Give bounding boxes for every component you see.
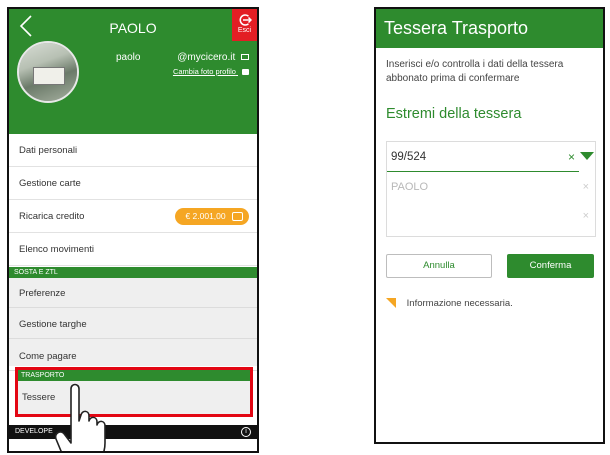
- exit-button[interactable]: Esci: [232, 9, 257, 41]
- section-header-sosta: SOSTA E ZTL: [9, 267, 257, 278]
- transport-card-phone-screen: Tessera Trasporto Inserisci e/o controll…: [374, 7, 605, 444]
- chevron-left-icon: [19, 15, 32, 37]
- change-photo-link[interactable]: Cambia foto profilo: [173, 67, 249, 76]
- required-note-text: Informazione necessaria.: [406, 298, 513, 309]
- third-field-clear-icon[interactable]: ×: [583, 201, 589, 231]
- user-email: @mycicero.it: [177, 52, 236, 63]
- screenshot-stage: PAOLO Esci paolo @mycicero.it Cambia fot…: [0, 0, 610, 455]
- menu-item-top-up-label: Ricarica credito: [19, 211, 85, 222]
- required-marker-icon: [386, 298, 396, 309]
- menu-item-plates[interactable]: Gestione targhe: [9, 310, 257, 339]
- exit-label: Esci: [237, 27, 252, 34]
- menu-item-card-management[interactable]: Gestione carte: [9, 167, 257, 200]
- transport-card-header: Tessera Trasporto: [376, 9, 603, 48]
- card-number-field[interactable]: 99/524 ×: [387, 142, 579, 172]
- avatar-photo: [19, 43, 77, 101]
- holder-name-placeholder: PAOLO: [391, 181, 429, 193]
- card-number-clear-icon[interactable]: ×: [568, 142, 575, 172]
- required-note: Informazione necessaria.: [386, 298, 513, 309]
- camera-icon: [242, 69, 249, 76]
- third-field[interactable]: ×: [391, 201, 591, 231]
- profile-phone-screen: PAOLO Esci paolo @mycicero.it Cambia fot…: [7, 7, 259, 453]
- info-icon[interactable]: i: [241, 427, 251, 437]
- trasporto-highlight-box: TRASPORTO Tessere: [15, 367, 253, 417]
- credit-badge: € 2.001,00: [175, 208, 249, 225]
- tap-hand-icon: [55, 383, 106, 451]
- wallet-icon: [232, 212, 243, 222]
- change-photo-label: Cambia foto profilo: [172, 67, 236, 76]
- user-email-row: @mycicero.it: [177, 52, 249, 63]
- holder-name-field[interactable]: PAOLO ×: [391, 173, 591, 201]
- cancel-button[interactable]: Annulla: [386, 254, 492, 278]
- holder-name-clear-icon[interactable]: ×: [583, 173, 589, 201]
- section-header-trasporto: TRASPORTO: [18, 370, 250, 381]
- logout-icon: [239, 14, 252, 26]
- card-fields-box: 99/524 × PAOLO × ×: [386, 141, 596, 237]
- avatar[interactable]: [17, 41, 79, 103]
- confirm-button[interactable]: Conferma: [507, 254, 594, 278]
- menu-item-top-up[interactable]: Ricarica credito € 2.001,00: [9, 200, 257, 233]
- intro-text: Inserisci e/o controlla i dati della tes…: [386, 59, 564, 84]
- menu-item-preferences[interactable]: Preferenze: [9, 279, 257, 308]
- menu-item-movements[interactable]: Elenco movimenti: [9, 233, 257, 266]
- menu-item-tessere[interactable]: Tessere: [18, 381, 250, 414]
- developer-label: DEVELOPE: [15, 428, 53, 435]
- user-name: paolo: [116, 52, 141, 63]
- section-title: Estremi della tessera: [386, 106, 522, 122]
- back-button[interactable]: [17, 13, 37, 39]
- developer-bar[interactable]: DEVELOPE i: [9, 425, 257, 439]
- card-number-value: 99/524: [391, 151, 427, 163]
- credit-amount: € 2.001,00: [185, 211, 226, 221]
- profile-header: PAOLO Esci paolo @mycicero.it Cambia fot…: [9, 9, 257, 134]
- profile-title: PAOLO: [109, 20, 157, 36]
- dropdown-arrow-icon[interactable]: [580, 152, 594, 160]
- mail-icon: [241, 54, 249, 61]
- menu-item-personal-data[interactable]: Dati personali: [9, 134, 257, 167]
